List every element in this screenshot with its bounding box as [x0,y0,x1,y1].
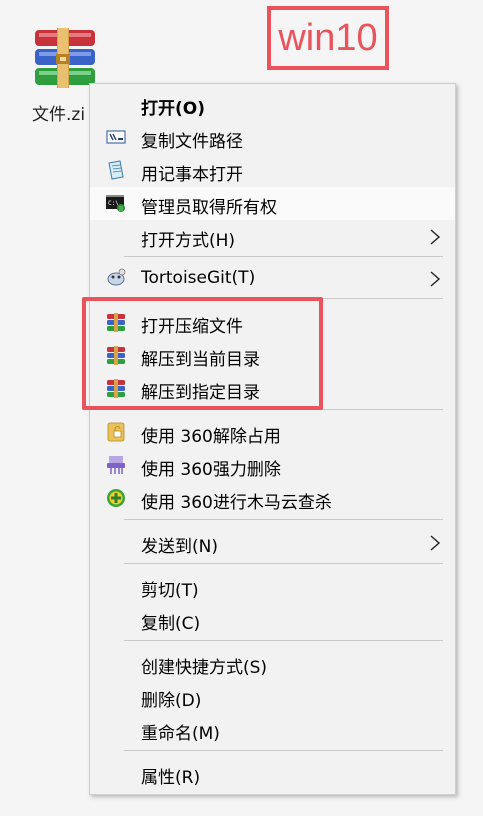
menu-divider [124,640,443,641]
path-icon [106,130,126,144]
tortoisegit-icon [107,268,126,286]
menu-item-label: 使用 360强力删除 [141,460,281,480]
menu-item-properties[interactable]: 属性(R) [90,757,455,790]
menu-item-label: 重命名(M) [141,724,220,744]
menu-item-delete[interactable]: 删除(D) [90,680,455,713]
chevron-right-icon [430,271,441,287]
menu-item-label: 发送到(N) [141,537,218,557]
chevron-right-icon [430,229,441,245]
360-shredder-icon [107,456,125,474]
notepad-icon [108,160,124,180]
context-menu: 打开(O) 复制文件路径 用记事本打开 C:\ 管理员取得所有权 打开方式(H)… [89,83,456,795]
menu-item-send-to[interactable]: 发送到(N) [90,526,455,559]
svg-text:C:\: C:\ [108,200,119,207]
menu-item-360-force-delete[interactable]: 使用 360强力删除 [90,449,455,482]
360-unlock-icon [107,422,125,442]
menu-item-label: 复制(C) [141,614,201,634]
winrar-highlight-annotation [82,297,323,410]
menu-item-label: 复制文件路径 [141,132,243,152]
menu-item-copy-path[interactable]: 复制文件路径 [90,121,455,154]
menu-item-label: 创建快捷方式(S) [141,658,268,678]
menu-divider [124,750,443,751]
menu-item-360-unlock[interactable]: 使用 360解除占用 [90,416,455,449]
menu-item-label: 使用 360进行木马云查杀 [141,493,332,513]
menu-item-label: 使用 360解除占用 [141,427,281,447]
menu-divider [124,563,443,564]
menu-item-label: TortoiseGit(T) [141,268,256,288]
winrar-archive-icon [35,28,95,88]
menu-divider [124,256,443,257]
menu-item-label: 管理员取得所有权 [141,198,277,218]
menu-item-label: 属性(R) [141,768,201,788]
cmd-admin-icon: C:\ [106,195,125,212]
menu-item-create-shortcut[interactable]: 创建快捷方式(S) [90,647,455,680]
menu-item-label: 剪切(T) [141,581,199,601]
menu-item-tortoisegit[interactable]: TortoiseGit(T) [90,262,455,295]
menu-item-take-ownership[interactable]: C:\ 管理员取得所有权 [90,187,455,220]
menu-item-open-with[interactable]: 打开方式(H) [90,220,455,253]
menu-item-cut[interactable]: 剪切(T) [90,570,455,603]
menu-item-label: 删除(D) [141,691,202,711]
menu-item-open[interactable]: 打开(O) [90,88,455,121]
menu-item-copy[interactable]: 复制(C) [90,603,455,636]
menu-item-label: 打开(O) [141,99,205,119]
win10-annotation: win10 [267,6,389,70]
menu-item-label: 用记事本打开 [141,165,243,185]
menu-item-rename[interactable]: 重命名(M) [90,713,455,746]
menu-item-open-notepad[interactable]: 用记事本打开 [90,154,455,187]
menu-item-label: 打开方式(H) [141,231,236,251]
menu-divider [124,519,443,520]
360-scan-icon [107,489,125,507]
menu-item-360-trojan-scan[interactable]: 使用 360进行木马云查杀 [90,482,455,515]
chevron-right-icon [430,535,441,551]
